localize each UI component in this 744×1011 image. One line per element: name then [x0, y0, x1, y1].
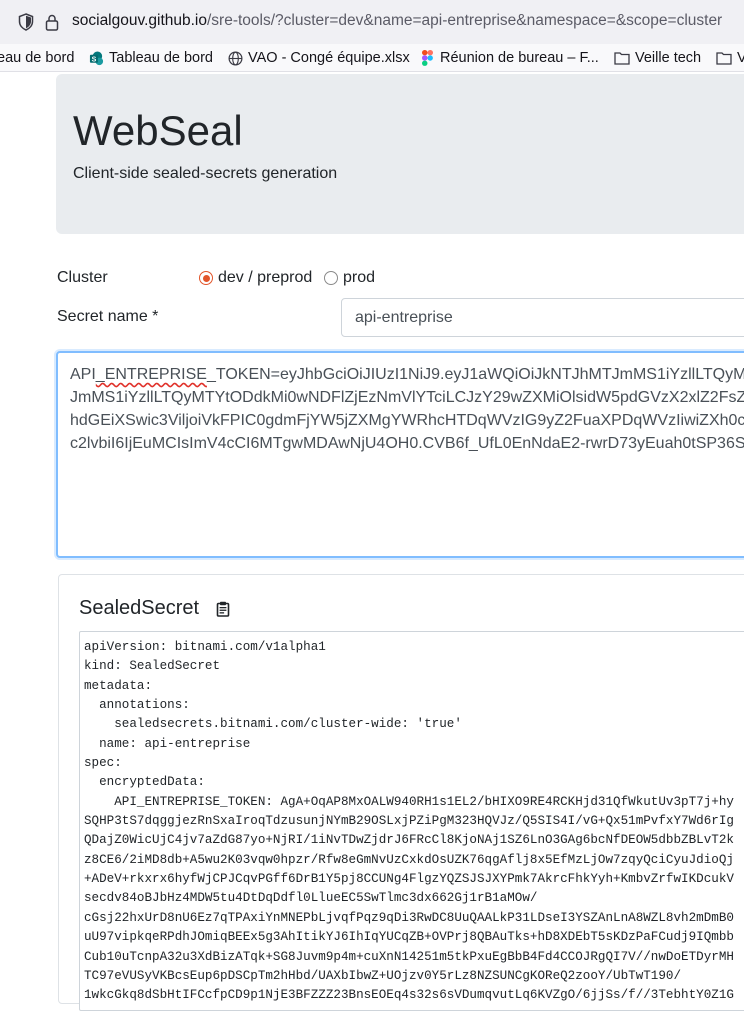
- bookmark-label: Veille tech: [635, 50, 702, 66]
- folder-icon: [716, 50, 732, 66]
- globe-icon: [227, 50, 243, 66]
- yaml-line: z8CE6/2iMD8db+A5wu2K03vqw0hpzr/Rfw8eGmNv…: [84, 852, 734, 867]
- bookmark-vao-conge[interactable]: VAO - Congé équipe.xlsx: [227, 48, 410, 68]
- secret-name-input[interactable]: api-entreprise: [341, 298, 744, 337]
- textarea-line: JmMS1iYzllLTQyMTYtODdkMi0wNDFlZjEzNmVlYT…: [70, 389, 744, 406]
- yaml-line: sealedsecrets.bitnami.com/cluster-wide: …: [84, 717, 462, 732]
- url-host: socialgouv.github.io: [72, 12, 207, 29]
- radio-prod-label[interactable]: prod: [343, 269, 375, 287]
- page-subtitle: Client-side sealed-secrets generation: [73, 165, 338, 182]
- textarea-line: hdGEiXSwic3ViljoiVkFPIC0gdmFjYW5jZXMgYWR…: [70, 412, 744, 429]
- page-title: WebSeal: [73, 107, 243, 154]
- textarea-text: _TOKEN=eyJhbGciOiJIUzI1NiJ9.eyJ1aWQiOiJk…: [206, 366, 744, 383]
- yaml-line: cGsj22hxUrD8nU6Ez7qTPAxiYnMNEPbLjvqfPqz9…: [84, 910, 734, 925]
- yaml-line: SQHP3tS7dqggjezRnSxaIroqTdzusunjNYmB29OS…: [84, 814, 734, 829]
- lock-icon[interactable]: [42, 12, 62, 32]
- url-path: /sre-tools/?cluster=dev&name=api-entrepr…: [207, 12, 723, 29]
- sealed-secret-yaml[interactable]: apiVersion: bitnami.com/v1alpha1 kind: Se…: [79, 631, 744, 1011]
- radio-dev-preprod[interactable]: [199, 271, 213, 285]
- radio-prod[interactable]: [324, 271, 338, 285]
- radio-dev-preprod-label[interactable]: dev / preprod: [218, 269, 312, 287]
- url-text[interactable]: socialgouv.github.io/sre-tools/?cluster=…: [72, 12, 722, 30]
- yaml-line: TC97eVUSyVKBcsEup6pDSCpTm2hHbd/UAXbIbwZ+…: [84, 968, 682, 983]
- bookmark-tableau-de-bord-1[interactable]: eau de bord: [0, 48, 74, 68]
- bookmark-reunion-de-bureau[interactable]: Réunion de bureau – F...: [419, 48, 599, 68]
- sealed-secret-card: SealedSecret apiVersion: bitnami.com/v1a…: [58, 574, 744, 1011]
- header-jumbotron: WebSeal: [56, 74, 744, 234]
- bookmark-veille-tech[interactable]: Veille tech: [614, 48, 701, 68]
- yaml-line: metadata:: [84, 678, 153, 693]
- yaml-line: name: api-entreprise: [84, 736, 251, 751]
- tracking-shield-icon[interactable]: [16, 12, 36, 32]
- yaml-line: QDajZ0WicUjC4jv7aZdG87yo+NjRI/1iNvTDwZjd…: [84, 833, 734, 848]
- secret-name-label: Secret name *: [57, 308, 159, 325]
- folder-icon: [614, 50, 630, 66]
- secret-name-value: api-entreprise: [355, 309, 453, 326]
- yaml-line: secdv84oBJbHz4MDW5tu4DtDqDdfl0LlueEC5SwT…: [84, 891, 538, 906]
- sharepoint-icon: S: [88, 50, 104, 66]
- yaml-line: 1wkcGkq8dSbHtIFCcfpCD9p1NjE3BFZZZ23BnsEO…: [84, 988, 734, 1003]
- yaml-line: kind: SealedSecret: [84, 659, 221, 674]
- yaml-line: apiVersion: bitnami.com/v1alpha1: [84, 640, 326, 654]
- spellcheck-word: _ENTREPRISE: [95, 366, 207, 383]
- bookmark-label: V: [737, 50, 744, 66]
- yaml-line: API_ENTREPRISE_TOKEN: AgA+OqAP8MxOALW940…: [84, 794, 734, 809]
- bookmark-label: Réunion de bureau – F...: [440, 50, 599, 66]
- secret-value-textarea[interactable]: API_ENTREPRISE_TOKEN=eyJhbGciOiJIUzI1NiJ…: [56, 351, 744, 558]
- yaml-line: encryptedData:: [84, 775, 205, 790]
- bookmark-label: VAO - Congé équipe.xlsx: [248, 50, 410, 66]
- bookmark-label: Tableau de bord: [109, 50, 213, 66]
- bookmark-tableau-de-bord-2[interactable]: S Tableau de bord: [88, 48, 213, 68]
- yaml-line: Cub10uTcnpA32u3XdBizATqk+SG8Juvm9p4m+cuX…: [84, 949, 734, 964]
- yaml-line: annotations:: [84, 698, 190, 713]
- textarea-line: c2lvbiI6IjEuMCIsImV4cCI6MTgwMDAwNjU4OH0.…: [70, 435, 744, 452]
- textarea-text: API: [70, 366, 96, 383]
- svg-text:S: S: [91, 56, 96, 63]
- bookmark-v-folder[interactable]: V: [716, 48, 744, 68]
- sealed-secret-title: SealedSecret: [79, 597, 200, 619]
- cluster-label: Cluster: [57, 269, 108, 286]
- yaml-line: +ADeV+rkxrx6hyfWjCPJCqvPGff6DrB1Y5pj8CCU…: [84, 872, 734, 887]
- bookmark-label: eau de bord: [0, 50, 75, 66]
- textarea-line: API_ENTREPRISE_TOKEN=eyJhbGciOiJIUzI1NiJ…: [70, 363, 744, 386]
- yaml-line: spec:: [84, 756, 122, 771]
- clipboard-icon[interactable]: [216, 601, 230, 617]
- figma-icon: [419, 50, 435, 66]
- yaml-line: uU97vipkqeRPdhJOmiqBEEx5g3AhItikYJ6IhIqY…: [84, 930, 734, 945]
- bookmarks-toolbar: eau de bord S Tableau de bord VAO - Cong…: [0, 44, 744, 72]
- browser-url-bar[interactable]: socialgouv.github.io/sre-tools/?cluster=…: [0, 0, 744, 44]
